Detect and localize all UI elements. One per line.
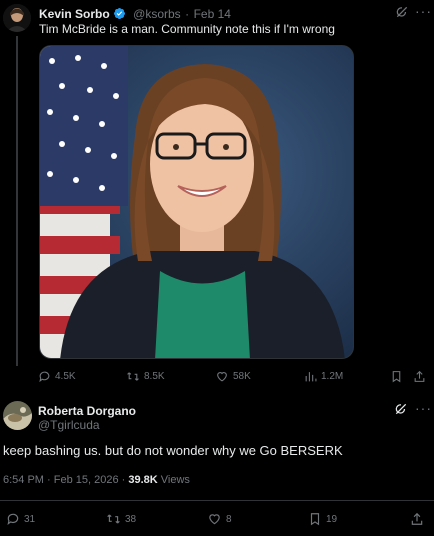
author-name[interactable]: Kevin Sorbo: [39, 7, 110, 21]
grok-icon[interactable]: [395, 5, 409, 19]
reply-author-handle[interactable]: @Tgirlcuda: [38, 418, 100, 432]
share-icon[interactable]: [413, 370, 426, 383]
bookmark-button[interactable]: 19: [308, 512, 337, 526]
reply-like-count: 8: [226, 513, 232, 525]
reply-views-count: 39.8K: [128, 474, 158, 486]
repost-icon: [107, 514, 120, 524]
reply-author-name-text: Roberta Dorgano: [38, 404, 137, 418]
reply-time[interactable]: 6:54 PM · Feb 15, 2026 ·: [3, 474, 128, 486]
bookmark-icon[interactable]: [390, 370, 403, 383]
reply-timestamp-row: 6:54 PM · Feb 15, 2026 · 39.8K Views: [3, 474, 190, 486]
repost-button[interactable]: 38: [106, 512, 136, 526]
share-icon[interactable]: [410, 512, 424, 526]
grok-icon[interactable]: [394, 402, 408, 416]
more-options-icon[interactable]: ···: [415, 3, 432, 19]
repost-button[interactable]: 8.5K: [126, 370, 165, 383]
separator: ·: [185, 7, 190, 21]
views-count: 1.2M: [321, 371, 344, 382]
repost-count: 8.5K: [144, 371, 165, 382]
divider: [0, 500, 434, 501]
tweet-photo[interactable]: [39, 45, 354, 359]
reply-icon: [7, 513, 19, 526]
roberta-dorgano-avatar[interactable]: [3, 401, 32, 430]
tweet-text: Tim McBride is a man. Community note thi…: [39, 22, 335, 36]
heart-icon: [217, 372, 227, 382]
reply-reply-count: 31: [24, 513, 36, 525]
tweet-header: Kevin Sorbo @ksorbs · Feb 14: [39, 5, 231, 23]
views-button[interactable]: 1.2M: [304, 370, 343, 383]
bookmark-icon: [310, 513, 320, 526]
reply-repost-count: 38: [125, 513, 137, 525]
like-count: 58K: [233, 371, 251, 382]
kevin-sorbo-avatar[interactable]: [3, 4, 31, 32]
portrait-image: [40, 46, 353, 358]
reply-bookmark-count: 19: [326, 513, 338, 525]
verified-badge-icon: [113, 7, 125, 20]
views-chart-icon: [305, 372, 317, 382]
reply-button[interactable]: 4.5K: [38, 370, 76, 383]
thread-connector: [16, 36, 18, 366]
tweet-date[interactable]: Feb 14: [194, 7, 231, 21]
author-handle[interactable]: @ksorbs: [133, 7, 181, 21]
avatar-image: [3, 4, 31, 32]
avatar-image: [3, 401, 32, 430]
reply-icon: [39, 371, 50, 383]
repost-icon: [127, 372, 139, 381]
reply-button[interactable]: 31: [6, 512, 35, 526]
heart-icon: [209, 514, 220, 525]
reply-count: 4.5K: [55, 371, 76, 382]
reply-views-label: Views: [157, 474, 190, 486]
reply-text: keep bashing us. but do not wonder why w…: [3, 443, 343, 458]
like-button[interactable]: 58K: [215, 370, 251, 383]
like-button[interactable]: 8: [207, 512, 232, 526]
more-options-icon[interactable]: ···: [415, 400, 432, 416]
